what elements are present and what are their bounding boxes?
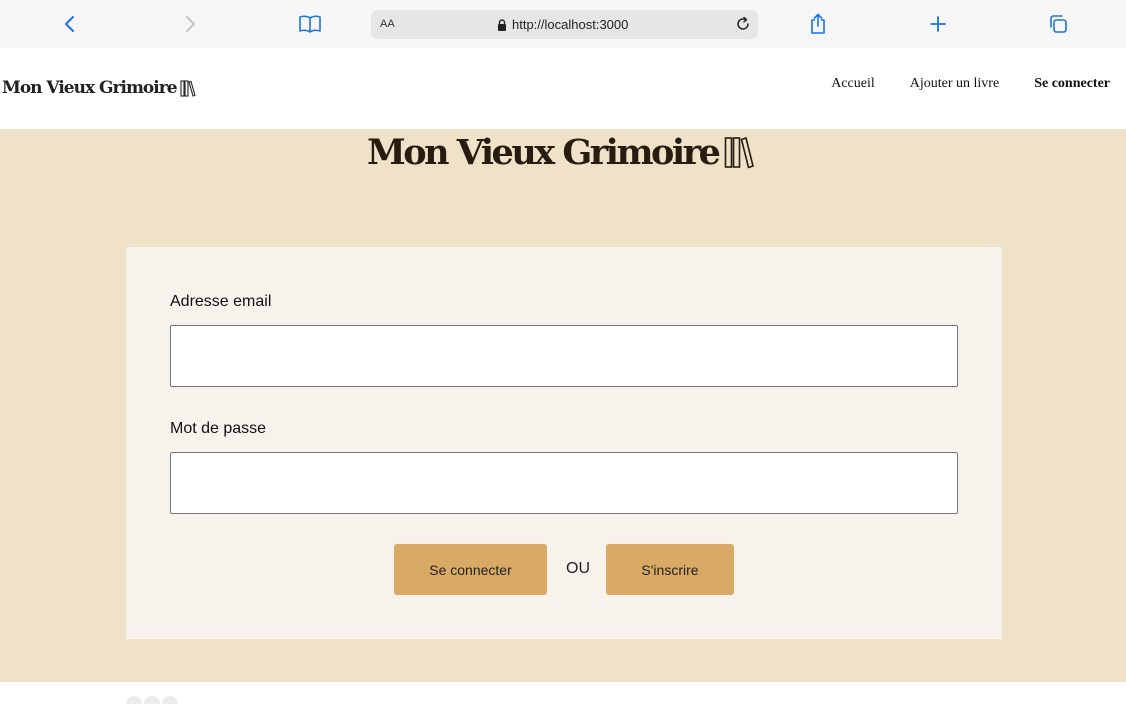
- books-icon: [179, 79, 196, 97]
- url-display[interactable]: http://localhost:3000: [497, 17, 628, 32]
- tabs-icon[interactable]: [1044, 9, 1072, 39]
- footer-logo-icon: [126, 696, 196, 704]
- password-field[interactable]: [170, 452, 958, 514]
- lock-icon: [498, 18, 506, 31]
- new-tab-icon[interactable]: [924, 9, 952, 39]
- forward-icon[interactable]: [176, 9, 204, 39]
- password-label: Mot de passe: [170, 420, 267, 437]
- email-field[interactable]: [170, 325, 958, 387]
- signup-button[interactable]: S'inscrire: [606, 544, 734, 595]
- nav-link-accueil[interactable]: Accueil: [831, 76, 875, 92]
- reload-icon[interactable]: [733, 14, 753, 34]
- url-text: http://localhost:3000: [512, 17, 629, 32]
- site-footer: [0, 682, 1126, 704]
- browser-toolbar: AA http://localhost:3000: [0, 0, 1126, 48]
- text-size-button[interactable]: AA: [380, 18, 395, 30]
- main-nav: Accueil Ajouter un livre Se connecter: [831, 76, 1110, 92]
- login-form: Adresse email Mot de passe Se connecter …: [126, 247, 1002, 639]
- nav-link-ajouter-livre[interactable]: Ajouter un livre: [910, 76, 999, 92]
- bookmarks-icon[interactable]: [296, 9, 324, 39]
- site-header: Mon Vieux Grimoire Accueil Ajouter un li…: [0, 48, 1126, 129]
- page-title-text: Mon Vieux Grimoire: [367, 132, 721, 173]
- email-label: Adresse email: [170, 293, 272, 310]
- header-logo[interactable]: Mon Vieux Grimoire: [2, 78, 196, 98]
- or-separator: OU: [566, 560, 590, 577]
- main-content: Mon Vieux Grimoire Adresse email Mot de …: [0, 129, 1126, 682]
- share-icon[interactable]: [804, 9, 832, 39]
- page-title: Mon Vieux Grimoire: [367, 132, 755, 173]
- books-icon: [725, 137, 755, 169]
- back-icon[interactable]: [56, 9, 84, 39]
- nav-link-se-connecter[interactable]: Se connecter: [1034, 76, 1110, 92]
- address-bar[interactable]: AA http://localhost:3000: [371, 10, 758, 39]
- login-button[interactable]: Se connecter: [394, 544, 547, 595]
- header-logo-text: Mon Vieux Grimoire: [2, 78, 178, 98]
